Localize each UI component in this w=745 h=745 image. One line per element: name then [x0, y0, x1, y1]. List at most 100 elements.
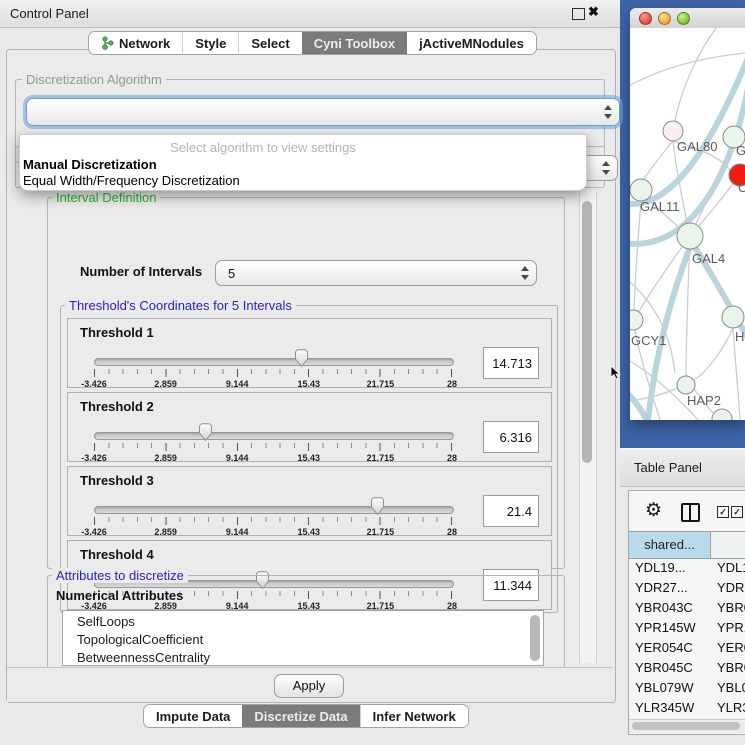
tab-style[interactable]: Style [182, 32, 238, 54]
node-label-gal4: GAL4 [692, 251, 725, 266]
float-panel-icon[interactable] [572, 8, 585, 20]
mouse-cursor [610, 365, 622, 381]
cell-name: YLR3 [717, 700, 745, 715]
network-canvas[interactable]: GAL80 GAL11 GAL4 GCY1 HAP2 G C H [630, 28, 745, 420]
slider-track[interactable] [94, 506, 454, 514]
threshold-slider[interactable]: -3.426 2.859 9.144 15.43 21.715 28 [94, 429, 452, 459]
tick-label: 21.715 [367, 379, 395, 389]
node-gal4[interactable] [677, 223, 703, 249]
tab-network[interactable]: Network [89, 32, 182, 54]
panel-title: Control Panel [10, 6, 89, 21]
thresholds-group: Threshold's Coordinates for 5 Intervals … [60, 305, 558, 613]
table-panel-titlebar: Table Panel [620, 448, 745, 487]
dropdown-option-equal-width[interactable]: Equal Width/Frequency Discretization [23, 173, 240, 188]
thresholds-group-title: Threshold's Coordinates for 5 Intervals [65, 298, 296, 313]
tab-cyni-toolbox[interactable]: Cyni Toolbox [302, 32, 407, 54]
attribute-item[interactable]: BetweennessCentrality [77, 650, 210, 665]
dropdown-option-manual[interactable]: Manual Discretization [23, 157, 157, 172]
node-gal11[interactable] [630, 179, 652, 201]
table-row[interactable]: YDL19...YDL1 [629, 558, 745, 578]
combo-stepper-icon [603, 105, 612, 119]
cell-shared-name: YBL079W [635, 680, 694, 695]
apply-strip: Apply [7, 667, 613, 702]
tab-select[interactable]: Select [238, 32, 301, 54]
table-row[interactable]: YPR145WYPR1 [629, 618, 745, 638]
cell-shared-name: YLR345W [635, 700, 694, 715]
scrollbar-thumb[interactable] [582, 201, 592, 463]
control-panel-titlebar: Control Panel ✖ [0, 0, 620, 28]
close-panel-icon[interactable]: ✖ [588, 4, 599, 20]
threshold-label: Threshold 2 [80, 399, 154, 414]
slider-track[interactable] [94, 358, 454, 366]
threshold-slider[interactable]: -3.426 2.859 9.144 15.43 21.715 28 [94, 503, 452, 533]
tab-jactivemnodules[interactable]: jActiveMNodules [407, 32, 536, 54]
tick-label: 15.43 [298, 453, 321, 463]
threshold-slider[interactable]: -3.426 2.859 9.144 15.43 21.715 28 [94, 355, 452, 385]
node-partial-h[interactable] [722, 306, 744, 328]
network-window-frame: GAL80 GAL11 GAL4 GCY1 HAP2 G C H [620, 0, 745, 448]
checkbox-icon[interactable]: ✓ [731, 506, 743, 518]
network-window-titlebar [630, 8, 745, 29]
node-label-partial-h: H [735, 329, 744, 344]
slider-thumb[interactable] [294, 349, 309, 368]
table-row[interactable]: YLR345W YLR3 [629, 698, 745, 718]
node-gcy1[interactable] [630, 310, 643, 330]
tab-infer-network[interactable]: Infer Network [360, 705, 468, 727]
attributes-group-title: Attributes to discretize [52, 568, 188, 583]
column-header-shared[interactable]: shared... [629, 532, 711, 558]
num-intervals-combobox[interactable]: 5 [215, 260, 537, 286]
slider-thumb[interactable] [370, 497, 385, 516]
node-bottom-partial[interactable] [712, 409, 732, 420]
tick-label: 28 [447, 379, 457, 389]
node-gal80[interactable] [663, 121, 683, 141]
slider-track[interactable] [94, 432, 454, 440]
tab-discretize-data[interactable]: Discretize Data [242, 705, 359, 727]
cell-shared-name: YDL19... [635, 560, 686, 575]
attributes-listbox[interactable]: SelfLoops TopologicalCoefficient Betweenne… [62, 610, 544, 666]
tab-label: Network [119, 36, 170, 51]
bottom-tabbar: Impute Data Discretize Data Infer Networ… [143, 704, 469, 728]
tick-label: 2.859 [154, 453, 177, 463]
threshold-value-field[interactable]: 14.713 [483, 347, 539, 379]
checkbox-icon[interactable]: ✓ [717, 506, 729, 518]
tab-impute-data[interactable]: Impute Data [144, 705, 242, 727]
cell-shared-name: YDR27... [635, 580, 688, 595]
table-hscrollbar[interactable] [629, 719, 745, 733]
table-row[interactable]: YBR043CYBR0 [629, 598, 745, 618]
slider-major-ticks [94, 517, 453, 525]
slider-major-ticks [94, 369, 453, 377]
close-traffic-light-icon[interactable] [639, 12, 652, 25]
node-hap2[interactable] [677, 376, 695, 394]
tick-label: 15.43 [298, 527, 321, 537]
combo-stepper-icon [601, 161, 610, 175]
table-panel-title: Table Panel [634, 460, 702, 475]
node-label-gcy1: GCY1 [631, 333, 666, 348]
hscrollbar-thumb[interactable] [632, 722, 740, 730]
node-label-hap2: HAP2 [687, 393, 721, 408]
tab-label: Infer Network [373, 709, 456, 724]
attribute-item[interactable]: SelfLoops [77, 614, 135, 629]
column-header-name[interactable]: n [711, 532, 745, 558]
settings-scrollbar[interactable] [579, 191, 597, 663]
tick-label: 21.715 [367, 453, 395, 463]
attribute-item[interactable]: TopologicalCoefficient [77, 632, 203, 647]
table-row[interactable]: YDR27...YDR2 [629, 578, 745, 598]
algorithm-group-title: Discretization Algorithm [22, 72, 166, 87]
slider-thumb[interactable] [198, 423, 213, 442]
threshold-value-field[interactable]: 6.316 [483, 421, 539, 453]
list-scrollbar-thumb[interactable] [530, 615, 540, 661]
split-view-icon[interactable] [681, 503, 700, 522]
table-row[interactable]: YER054CYER0 [629, 638, 745, 658]
threshold-value-field[interactable]: 21.4 [483, 495, 539, 527]
tick-label: 15.43 [298, 379, 321, 389]
table-row[interactable]: YBL079WYBL0 [629, 678, 745, 698]
tab-label: Impute Data [156, 709, 230, 724]
table-row[interactable]: YBR045CYBR0 [629, 658, 745, 678]
algorithm-combobox[interactable] [26, 98, 620, 126]
gear-icon[interactable]: ⚙ [645, 499, 662, 522]
apply-button[interactable]: Apply [274, 674, 344, 698]
tab-label: Select [251, 36, 289, 51]
minimize-traffic-light-icon[interactable] [658, 12, 671, 25]
zoom-traffic-light-icon[interactable] [677, 12, 690, 25]
tick-label: 9.144 [226, 379, 249, 389]
